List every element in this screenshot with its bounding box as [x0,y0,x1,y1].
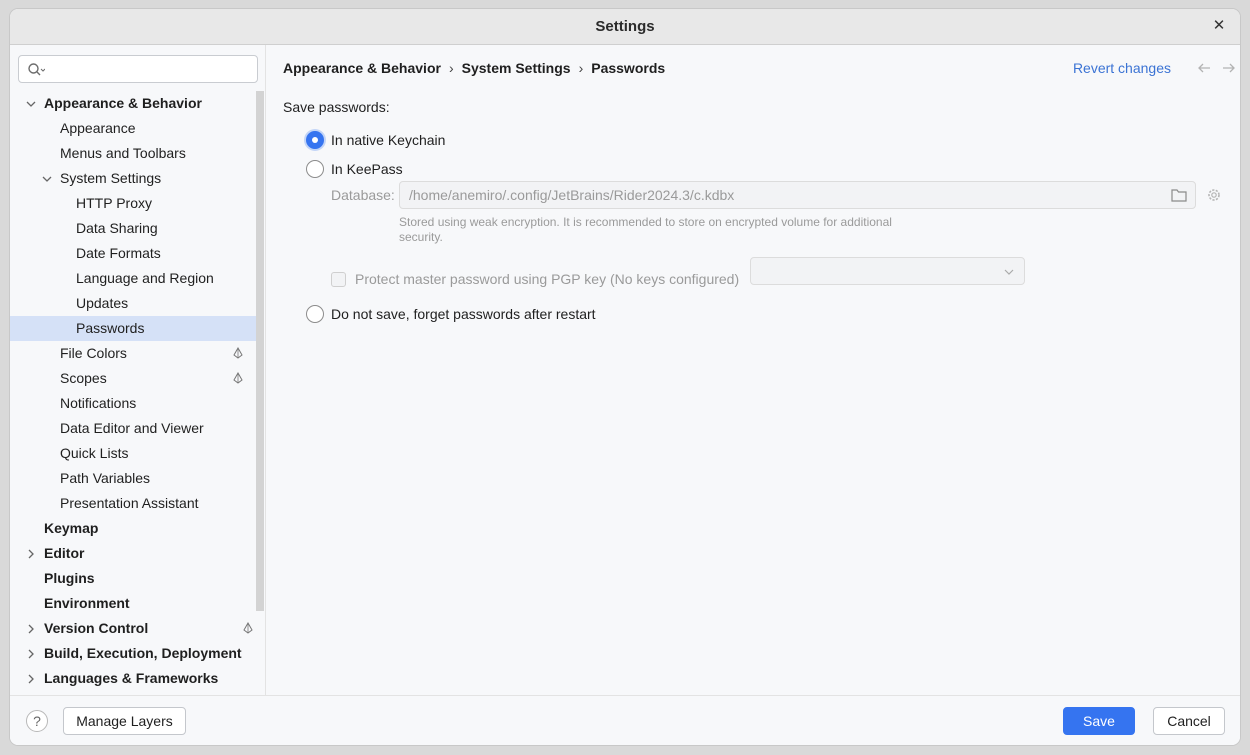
database-path-value: /home/anemiro/.config/JetBrains/Rider202… [409,187,735,203]
chevron-right-icon[interactable] [26,674,36,684]
breadcrumb-separator: › [448,60,454,76]
settings-sidebar: Appearance & Behavior Appearance Menus a… [10,45,266,695]
sidebar-item-label: Presentation Assistant [60,495,199,511]
breadcrumb-item: Passwords [591,60,666,76]
sidebar-item-language-region[interactable]: Language and Region [10,266,256,291]
dialog-footer: ? Manage Layers Save Cancel [10,695,1240,745]
sidebar-item-label: Appearance [60,120,136,136]
sidebar-item-label: Keymap [44,520,99,536]
sidebar-item-scopes[interactable]: Scopes [10,366,256,391]
title-bar: Settings ✕ [10,9,1240,45]
help-icon[interactable]: ? [26,710,48,732]
revert-changes-link[interactable]: Revert changes [1073,60,1171,76]
encryption-hint: Stored using weak encryption. It is reco… [399,215,892,244]
sidebar-item-label: File Colors [60,345,127,361]
radio-label: In KeePass [331,161,403,177]
sidebar-item-languages-frameworks[interactable]: Languages & Frameworks [10,666,256,691]
pgp-label: Protect master password using PGP key (N… [355,271,740,287]
sidebar-item-path-variables[interactable]: Path Variables [10,466,256,491]
sidebar-item-date-formats[interactable]: Date Formats [10,241,256,266]
sidebar-item-data-sharing[interactable]: Data Sharing [10,216,256,241]
database-path-field[interactable]: /home/anemiro/.config/JetBrains/Rider202… [399,181,1196,209]
chevron-down-icon [1004,269,1014,275]
chevron-down-icon[interactable] [42,174,52,184]
breadcrumb-item[interactable]: Appearance & Behavior [283,60,441,76]
sidebar-item-system-settings[interactable]: System Settings [10,166,256,191]
sidebar-item-label: Menus and Toolbars [60,145,186,161]
sidebar-item-menus-toolbars[interactable]: Menus and Toolbars [10,141,256,166]
gear-icon[interactable] [1206,187,1222,203]
sidebar-item-keymap[interactable]: Keymap [10,516,256,541]
sidebar-item-plugins[interactable]: Plugins [10,566,256,591]
breadcrumb-item[interactable]: System Settings [462,60,571,76]
radio-label: In native Keychain [331,132,446,148]
sidebar-item-label: Data Editor and Viewer [60,420,204,436]
sidebar-item-environment[interactable]: Environment [10,591,256,616]
layers-icon [243,622,253,634]
folder-icon[interactable] [1171,188,1187,202]
radio-label: Do not save, forget passwords after rest… [331,306,596,322]
sidebar-item-label: Date Formats [76,245,161,261]
database-label: Database: [331,187,395,203]
layers-icon [233,372,243,384]
sidebar-item-notifications[interactable]: Notifications [10,391,256,416]
sidebar-item-label: Updates [76,295,129,311]
radio-button[interactable] [306,160,324,178]
forward-arrow-icon[interactable] [1222,62,1236,74]
chevron-right-icon[interactable] [26,649,36,659]
sidebar-item-label: System Settings [60,170,162,186]
sidebar-item-label: Data Sharing [76,220,158,236]
layers-icon [233,347,243,359]
radio-button[interactable] [306,305,324,323]
search-icon [28,63,45,76]
sidebar-item-file-colors[interactable]: File Colors [10,341,256,366]
sidebar-item-quick-lists[interactable]: Quick Lists [10,441,256,466]
sidebar-item-appearance-behavior[interactable]: Appearance & Behavior [10,91,256,116]
chevron-right-icon[interactable] [26,624,36,634]
pgp-checkbox[interactable] [331,272,346,287]
sidebar-item-updates[interactable]: Updates [10,291,256,316]
sidebar-item-label: Path Variables [60,470,151,486]
close-icon[interactable]: ✕ [1210,17,1228,35]
sidebar-item-label: Editor [44,545,85,561]
sidebar-scrollbar[interactable] [256,91,264,611]
sidebar-item-label: Appearance & Behavior [44,95,202,111]
sidebar-item-build-execution-deployment[interactable]: Build, Execution, Deployment [10,641,256,666]
breadcrumb: Appearance & Behavior › System Settings › Pa… [283,60,665,76]
cancel-button[interactable]: Cancel [1153,707,1225,735]
sidebar-item-version-control[interactable]: Version Control [10,616,256,641]
sidebar-item-label: Passwords [76,320,145,336]
sidebar-item-label: Quick Lists [60,445,129,461]
sidebar-item-label: Language and Region [76,270,214,286]
chevron-down-icon[interactable] [26,99,36,109]
sidebar-item-label: Scopes [60,370,107,386]
window-title: Settings [595,18,655,35]
settings-tree: Appearance & Behavior Appearance Menus a… [10,91,256,691]
back-arrow-icon[interactable] [1197,62,1211,74]
sidebar-item-appearance[interactable]: Appearance [10,116,256,141]
sidebar-item-label: Build, Execution, Deployment [44,645,242,661]
sidebar-item-passwords[interactable]: Passwords [10,316,256,341]
breadcrumb-separator: › [578,60,584,76]
settings-window: Settings ✕ Appearance & Behavior Appeara… [10,9,1240,745]
sidebar-item-label: Languages & Frameworks [44,670,219,686]
chevron-right-icon[interactable] [26,549,36,559]
sidebar-item-label: HTTP Proxy [76,195,152,211]
search-input[interactable] [18,55,258,83]
save-passwords-label: Save passwords: [283,99,390,115]
sidebar-item-editor[interactable]: Editor [10,541,256,566]
settings-content: Appearance & Behavior › System Settings › Pa… [267,45,1240,695]
sidebar-item-label: Environment [44,595,130,611]
sidebar-item-label: Version Control [44,620,149,636]
save-button[interactable]: Save [1063,707,1135,735]
sidebar-item-http-proxy[interactable]: HTTP Proxy [10,191,256,216]
pgp-key-select[interactable] [750,257,1025,285]
sidebar-item-presentation-assistant[interactable]: Presentation Assistant [10,491,256,516]
manage-layers-button[interactable]: Manage Layers [63,707,186,735]
sidebar-item-label: Notifications [60,395,137,411]
sidebar-item-data-editor-viewer[interactable]: Data Editor and Viewer [10,416,256,441]
sidebar-item-label: Plugins [44,570,95,586]
radio-button[interactable] [306,131,324,149]
